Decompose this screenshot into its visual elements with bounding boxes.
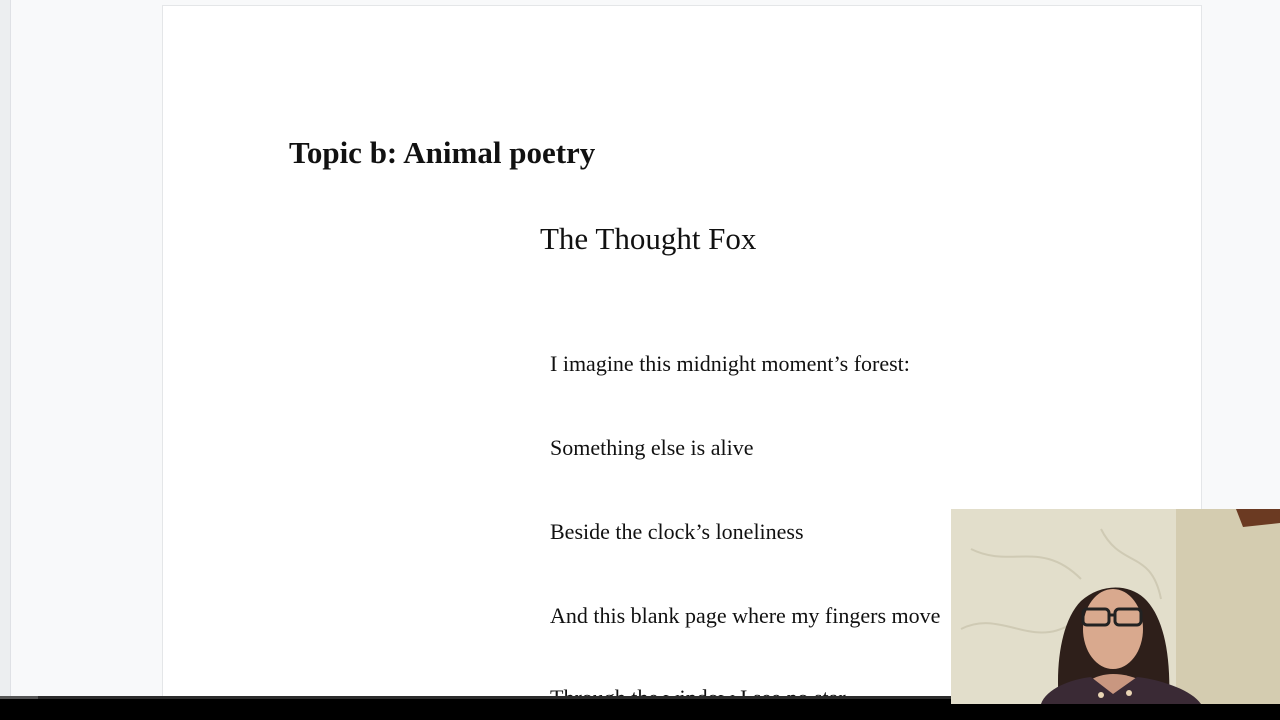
presenter-video: [951, 509, 1280, 704]
poem-line: And this blank page where my fingers mov…: [550, 603, 941, 628]
webcam-overlay: [951, 509, 1280, 704]
pattern-dot: [1098, 692, 1104, 698]
poem-line: Beside the clock’s loneliness: [550, 519, 804, 544]
presenter-face: [1083, 589, 1143, 669]
pattern-dot: [1126, 690, 1132, 696]
left-rail: [0, 0, 11, 696]
poem-line: I imagine this midnight moment’s forest:: [550, 351, 910, 376]
poem-line: Something else is alive: [550, 435, 754, 460]
wall-corner: [1176, 509, 1280, 704]
video-progress-fill: [0, 696, 39, 699]
document-heading: Topic b: Animal poetry: [289, 135, 596, 170]
poem-title: The Thought Fox: [540, 221, 757, 256]
